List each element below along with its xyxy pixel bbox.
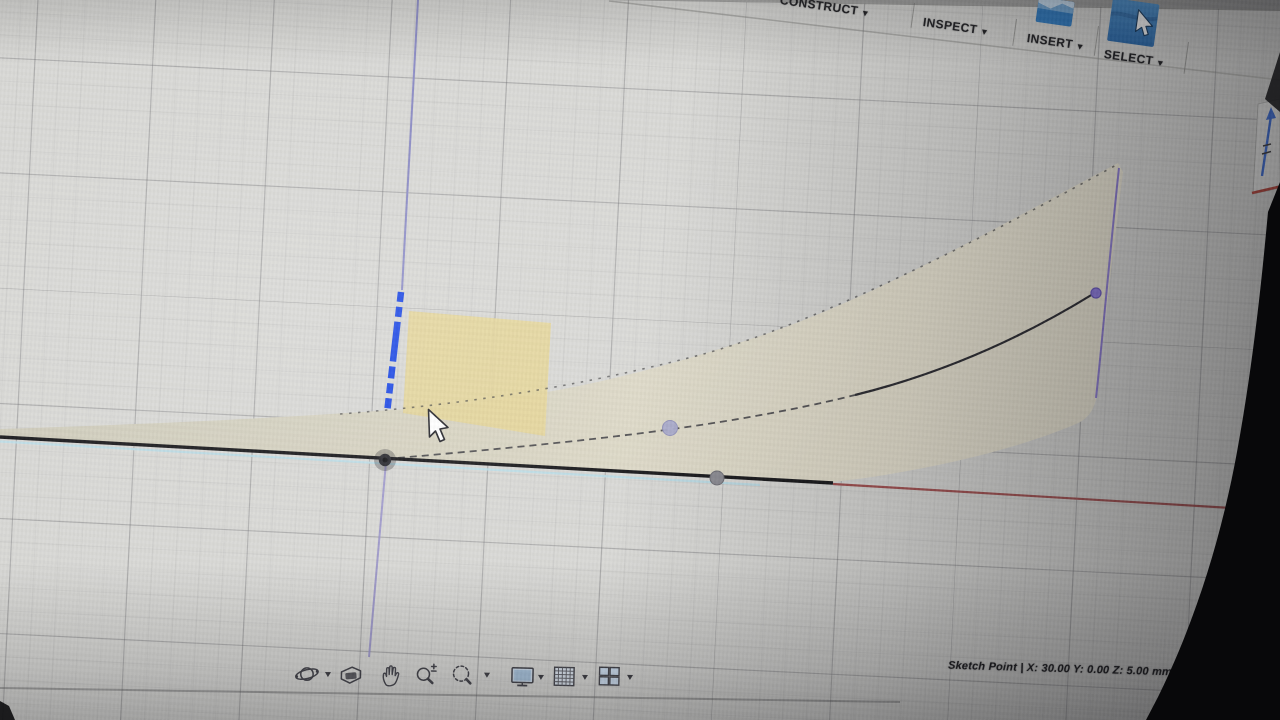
zoom-icon[interactable] [413, 661, 440, 688]
navigation-bar [280, 650, 661, 703]
loft-surface[interactable] [0, 163, 1123, 482]
screen-photo: CONSTRUCT ▾ INSPECT ▾ INSERT ▾ SELECT ▾ [0, 0, 1280, 720]
construction-centerline-lower[interactable] [368, 461, 387, 658]
zoom-window-icon[interactable] [449, 661, 476, 688]
construction-centerline-selected[interactable] [383, 291, 405, 414]
grid-display-icon[interactable] [551, 663, 578, 690]
cad-canvas[interactable] [0, 0, 1280, 720]
display-settings-icon[interactable] [509, 663, 536, 690]
construction-centerline-upper[interactable] [401, 0, 419, 291]
sketch-point-on-line[interactable] [709, 470, 725, 486]
orbit-dropdown-caret[interactable] [324, 672, 332, 678]
spline-endpoint[interactable] [1090, 287, 1102, 299]
pan-icon[interactable] [378, 662, 405, 689]
orbit-icon[interactable] [294, 660, 321, 687]
viewports-icon[interactable] [596, 663, 623, 690]
zoom-window-dropdown-caret[interactable] [483, 672, 491, 678]
sketch-point-on-spline[interactable] [662, 420, 678, 436]
viewports-dropdown-caret[interactable] [626, 674, 634, 681]
origin-point[interactable] [374, 449, 396, 471]
look-at-icon[interactable] [338, 662, 365, 689]
clipped-annotation [1251, 98, 1280, 195]
select-cursor-icon[interactable] [1107, 0, 1160, 48]
grid-display-dropdown-caret[interactable] [581, 674, 589, 680]
display-settings-dropdown-caret[interactable] [537, 674, 545, 680]
x-axis-line[interactable] [832, 482, 1249, 511]
